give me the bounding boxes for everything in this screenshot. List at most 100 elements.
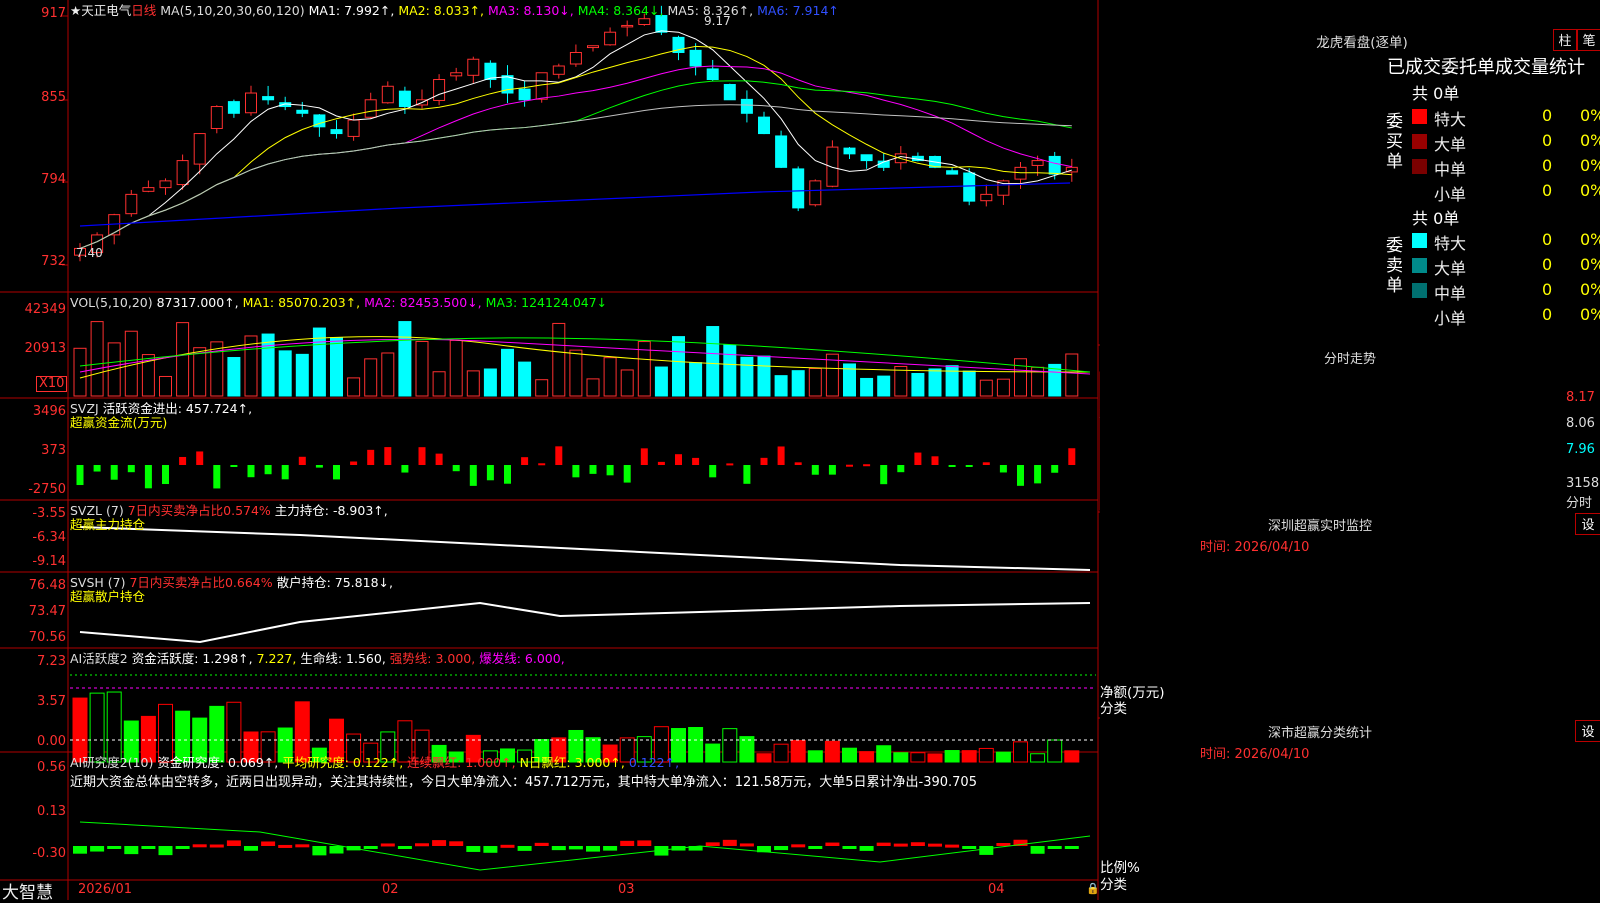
ai-research-bar bbox=[551, 846, 566, 851]
ai-active-bar bbox=[773, 743, 789, 763]
ai-research-bar bbox=[466, 846, 481, 852]
order-percent: 0% bbox=[1580, 181, 1600, 200]
ai-research-bar bbox=[73, 846, 87, 854]
svzl-axis-tick: -6.34 bbox=[32, 530, 66, 545]
ai-research-bar bbox=[791, 844, 806, 848]
color-swatch bbox=[1412, 109, 1427, 124]
ai-research-bar bbox=[842, 846, 857, 849]
ai-research-bar bbox=[158, 846, 173, 856]
candle-body bbox=[809, 180, 822, 206]
ai-research-bar bbox=[483, 846, 498, 853]
ai-consecutive-red: 连续飘红: 1.000↑, bbox=[407, 755, 516, 770]
ai-research-bar bbox=[979, 846, 994, 855]
ss-settings-button[interactable]: 设 bbox=[1575, 720, 1600, 742]
sz-settings-button[interactable]: 设 bbox=[1575, 513, 1600, 535]
vol-ma3: MA3: 124124.047↓ bbox=[485, 295, 608, 310]
candle-body bbox=[689, 49, 702, 67]
ai-research-bar bbox=[244, 846, 258, 851]
candle-body bbox=[484, 62, 497, 81]
volume-bar bbox=[808, 367, 822, 397]
ma-definition: MA(5,10,20,30,60,120) bbox=[160, 3, 305, 18]
volume-bar bbox=[877, 375, 891, 397]
ai-research-bar bbox=[380, 843, 395, 847]
svzj-bar bbox=[196, 451, 204, 465]
candle-body bbox=[792, 168, 805, 209]
order-count: 0 bbox=[1542, 181, 1553, 200]
vol-ma2: MA2: 82453.500↓, bbox=[364, 295, 482, 310]
ma6-value: MA6: 7.914↑ bbox=[757, 3, 839, 18]
lock-icon[interactable]: 🔒 bbox=[1086, 882, 1100, 895]
svzj-bar bbox=[486, 465, 494, 481]
volume-bar bbox=[791, 370, 805, 397]
x-axis-label: 02 bbox=[382, 882, 399, 897]
svzj-bar bbox=[127, 465, 135, 473]
order-size-label: 大单 bbox=[1434, 259, 1467, 278]
svzj-bar bbox=[846, 464, 853, 467]
volume-bar bbox=[381, 352, 395, 397]
ai-research-value-2: 0.122↑, bbox=[628, 755, 680, 770]
svzj-bar bbox=[777, 446, 785, 465]
ai-research-bar bbox=[500, 844, 515, 848]
ai-active-bar bbox=[944, 750, 960, 763]
svzj-bar bbox=[1034, 465, 1042, 484]
ai-strong-line-value: 强势线: 3.000, bbox=[389, 651, 476, 666]
candle-body bbox=[450, 72, 463, 77]
volume-bar bbox=[860, 377, 874, 397]
volume-bar bbox=[159, 375, 172, 397]
ai-research-bar bbox=[859, 846, 874, 851]
stock-name: 天正电气 bbox=[81, 3, 132, 18]
volume-bar bbox=[227, 357, 241, 397]
svzl-axis-tick: -9.14 bbox=[32, 554, 66, 569]
svzj-bar bbox=[298, 456, 306, 465]
color-swatch bbox=[1412, 258, 1427, 273]
volume-bar bbox=[347, 377, 361, 397]
order-percent: 0% bbox=[1580, 255, 1600, 274]
order-count: 0 bbox=[1542, 305, 1553, 324]
svzj-bar bbox=[640, 448, 648, 465]
ai-research-bar bbox=[996, 843, 1011, 847]
order-count: 0 bbox=[1542, 255, 1553, 274]
x-axis-label: 04 bbox=[988, 882, 1005, 897]
ai-active-bar bbox=[893, 752, 909, 763]
svzj-bar bbox=[606, 465, 614, 476]
price-axis-tick: 855 bbox=[41, 90, 66, 105]
candle-body bbox=[758, 116, 770, 135]
period-label[interactable]: 日线 bbox=[131, 3, 156, 18]
sell-row-2: 中单 0 0% bbox=[1412, 278, 1600, 303]
buy-row-1: 大单 0 0% bbox=[1412, 129, 1600, 154]
candle-body bbox=[467, 58, 480, 76]
svzj-bar bbox=[418, 447, 426, 465]
intraday-axis-tick: 3158 bbox=[1566, 476, 1600, 491]
vol-axis-tick: 20913 bbox=[24, 341, 66, 356]
favorite-star-icon[interactable]: ★ bbox=[70, 3, 81, 18]
svzj-bar bbox=[521, 457, 529, 465]
tick-view-button[interactable]: 笔 bbox=[1577, 29, 1600, 51]
volume-bar bbox=[569, 349, 583, 397]
volume-bar bbox=[518, 361, 532, 397]
svzj-bar bbox=[948, 465, 956, 467]
vol-definition: VOL(5,10,20) bbox=[70, 295, 153, 310]
volume-bar bbox=[603, 357, 617, 397]
volume-bar bbox=[996, 378, 1010, 397]
ai-research-bar bbox=[808, 846, 823, 849]
svzj-bar bbox=[692, 457, 700, 465]
lhkp-title: 龙虎看盘(逐单) bbox=[1316, 35, 1408, 51]
svzj-axis-tick: 3496 bbox=[32, 404, 66, 419]
order-percent: 0% bbox=[1580, 280, 1600, 299]
bar-view-button[interactable]: 柱 bbox=[1553, 29, 1577, 51]
ai-research-value: 资金研究度: 0.069↑, bbox=[157, 755, 279, 770]
ai-active-bar bbox=[910, 752, 926, 763]
volume-bar bbox=[620, 369, 634, 397]
ss-xlabel: 分类 bbox=[1100, 877, 1127, 893]
order-size-label: 特大 bbox=[1434, 234, 1467, 253]
ai-active-bar bbox=[978, 747, 994, 763]
candle-body bbox=[347, 119, 360, 137]
ai-research-bar bbox=[124, 846, 139, 855]
ai-research-bar bbox=[397, 846, 412, 849]
candle-body bbox=[946, 170, 959, 175]
ai-active-value-2: 7.227, bbox=[256, 651, 297, 666]
buy-order-label: 委买单 bbox=[1386, 112, 1403, 172]
ai-active-axis-tick: 0.00 bbox=[37, 734, 66, 749]
candle-body bbox=[552, 65, 565, 75]
svzj-bar bbox=[1068, 448, 1076, 465]
